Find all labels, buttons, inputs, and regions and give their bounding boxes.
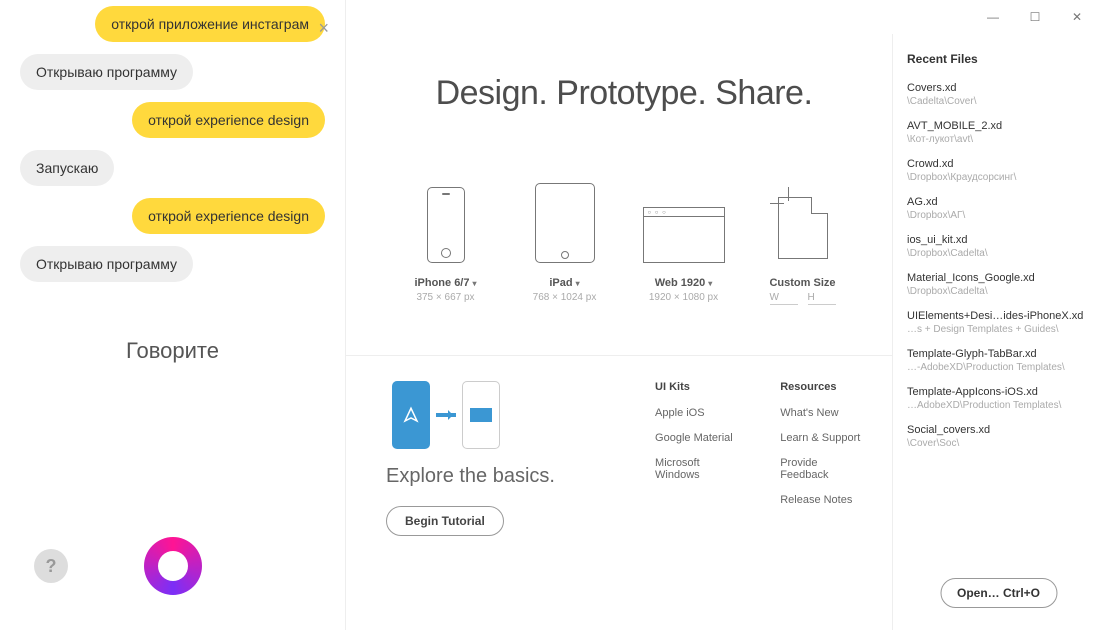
ui-kits-heading: UI Kits — [655, 381, 740, 393]
ui-kit-link[interactable]: Apple iOS — [655, 407, 740, 419]
recent-file[interactable]: ios_ui_kit.xd\Dropbox\Cadelta\ — [907, 234, 1090, 259]
chat-msg-user: открой experience design — [132, 102, 325, 138]
tutorial-phone-icon — [392, 381, 430, 449]
recent-file[interactable]: Template-AppIcons-iOS.xd…AdobeXD\Product… — [907, 386, 1090, 411]
chat-msg-bot: Открываю программу — [20, 54, 193, 90]
preset-dims: 1920 × 1080 px — [634, 292, 733, 303]
recent-file[interactable]: Covers.xd\Cadelta\Cover\ — [907, 82, 1090, 107]
ui-kits-column: UI Kits Apple iOS Google Material Micros… — [655, 381, 740, 536]
chat-msg-bot: Открываю программу — [20, 246, 193, 282]
chat-msg-user: открой experience design — [132, 198, 325, 234]
open-button[interactable]: Open… Ctrl+O — [940, 578, 1057, 608]
ui-kit-link[interactable]: Microsoft Windows — [655, 457, 740, 481]
tutorial-title: Explore the basics. — [386, 465, 655, 488]
voice-ring-icon[interactable] — [144, 537, 202, 595]
tutorial-section: Explore the basics. Begin Tutorial — [386, 381, 655, 536]
help-button[interactable]: ? — [34, 549, 68, 583]
custom-size-inputs[interactable]: WH — [753, 292, 852, 305]
browser-icon: ○ ○ ○ — [643, 207, 725, 263]
recent-file[interactable]: Social_covers.xd\Cover\Soc\ — [907, 424, 1090, 449]
main-area: Design. Prototype. Share. iPhone 6/7▾ 37… — [346, 34, 892, 630]
assistant-panel: × открой приложение инстаграм Открываю п… — [0, 0, 345, 630]
maximize-button[interactable]: ☐ — [1014, 3, 1056, 31]
recent-file[interactable]: Crowd.xd\Dropbox\Краудсорсинг\ — [907, 158, 1090, 183]
minimize-button[interactable]: — — [972, 3, 1014, 31]
phone-icon — [427, 187, 465, 263]
preset-iphone[interactable]: iPhone 6/7▾ 375 × 667 px — [396, 173, 495, 305]
recent-file[interactable]: AVT_MOBILE_2.xd\Кот-лукот\avt\ — [907, 120, 1090, 145]
recent-file[interactable]: Material_Icons_Google.xd\Dropbox\Cadelta… — [907, 272, 1090, 297]
tutorial-phone-ghost-icon — [462, 381, 500, 449]
preset-dims: 768 × 1024 px — [515, 292, 614, 303]
xd-window: — ☐ ✕ Design. Prototype. Share. iPhone 6… — [345, 0, 1104, 630]
recent-files-panel: Recent Files Covers.xd\Cadelta\Cover\ AV… — [892, 34, 1104, 630]
recent-file[interactable]: UIElements+Desi…ides-iPhoneX.xd…s + Desi… — [907, 310, 1090, 335]
resource-link[interactable]: What's New — [780, 407, 862, 419]
chat-log: открой приложение инстаграм Открываю про… — [20, 0, 325, 288]
page-icon — [778, 197, 828, 259]
resource-link[interactable]: Learn & Support — [780, 432, 862, 444]
resources-heading: Resources — [780, 381, 862, 393]
speak-prompt: Говорите — [20, 338, 325, 364]
resources-column: Resources What's New Learn & Support Pro… — [780, 381, 862, 536]
chevron-down-icon[interactable]: ▾ — [708, 279, 712, 288]
preset-ipad[interactable]: iPad▾ 768 × 1024 px — [515, 173, 614, 305]
tablet-icon — [535, 183, 595, 263]
chevron-down-icon[interactable]: ▾ — [576, 279, 580, 288]
begin-tutorial-button[interactable]: Begin Tutorial — [386, 506, 504, 536]
preset-custom[interactable]: Custom Size WH — [753, 173, 852, 305]
close-icon[interactable]: × — [318, 18, 329, 39]
headline: Design. Prototype. Share. — [386, 74, 862, 113]
arrow-icon — [436, 413, 456, 417]
recent-file[interactable]: AG.xd\Dropbox\АГ\ — [907, 196, 1090, 221]
ui-kit-link[interactable]: Google Material — [655, 432, 740, 444]
preset-dims: 375 × 667 px — [396, 292, 495, 303]
recent-file[interactable]: Template-Glyph-TabBar.xd…-AdobeXD\Produc… — [907, 348, 1090, 373]
preset-row: iPhone 6/7▾ 375 × 667 px iPad▾ 768 × 102… — [386, 173, 862, 305]
resource-link[interactable]: Release Notes — [780, 494, 862, 506]
chat-msg-user: открой приложение инстаграм — [95, 6, 325, 42]
chevron-down-icon[interactable]: ▾ — [473, 279, 477, 288]
titlebar: — ☐ ✕ — [346, 0, 1104, 34]
close-button[interactable]: ✕ — [1056, 3, 1098, 31]
tutorial-graphic — [392, 381, 655, 449]
recent-heading: Recent Files — [907, 52, 1090, 66]
preset-web[interactable]: ○ ○ ○ Web 1920▾ 1920 × 1080 px — [634, 173, 733, 305]
resource-link[interactable]: Provide Feedback — [780, 457, 862, 481]
chat-msg-bot: Запускаю — [20, 150, 114, 186]
